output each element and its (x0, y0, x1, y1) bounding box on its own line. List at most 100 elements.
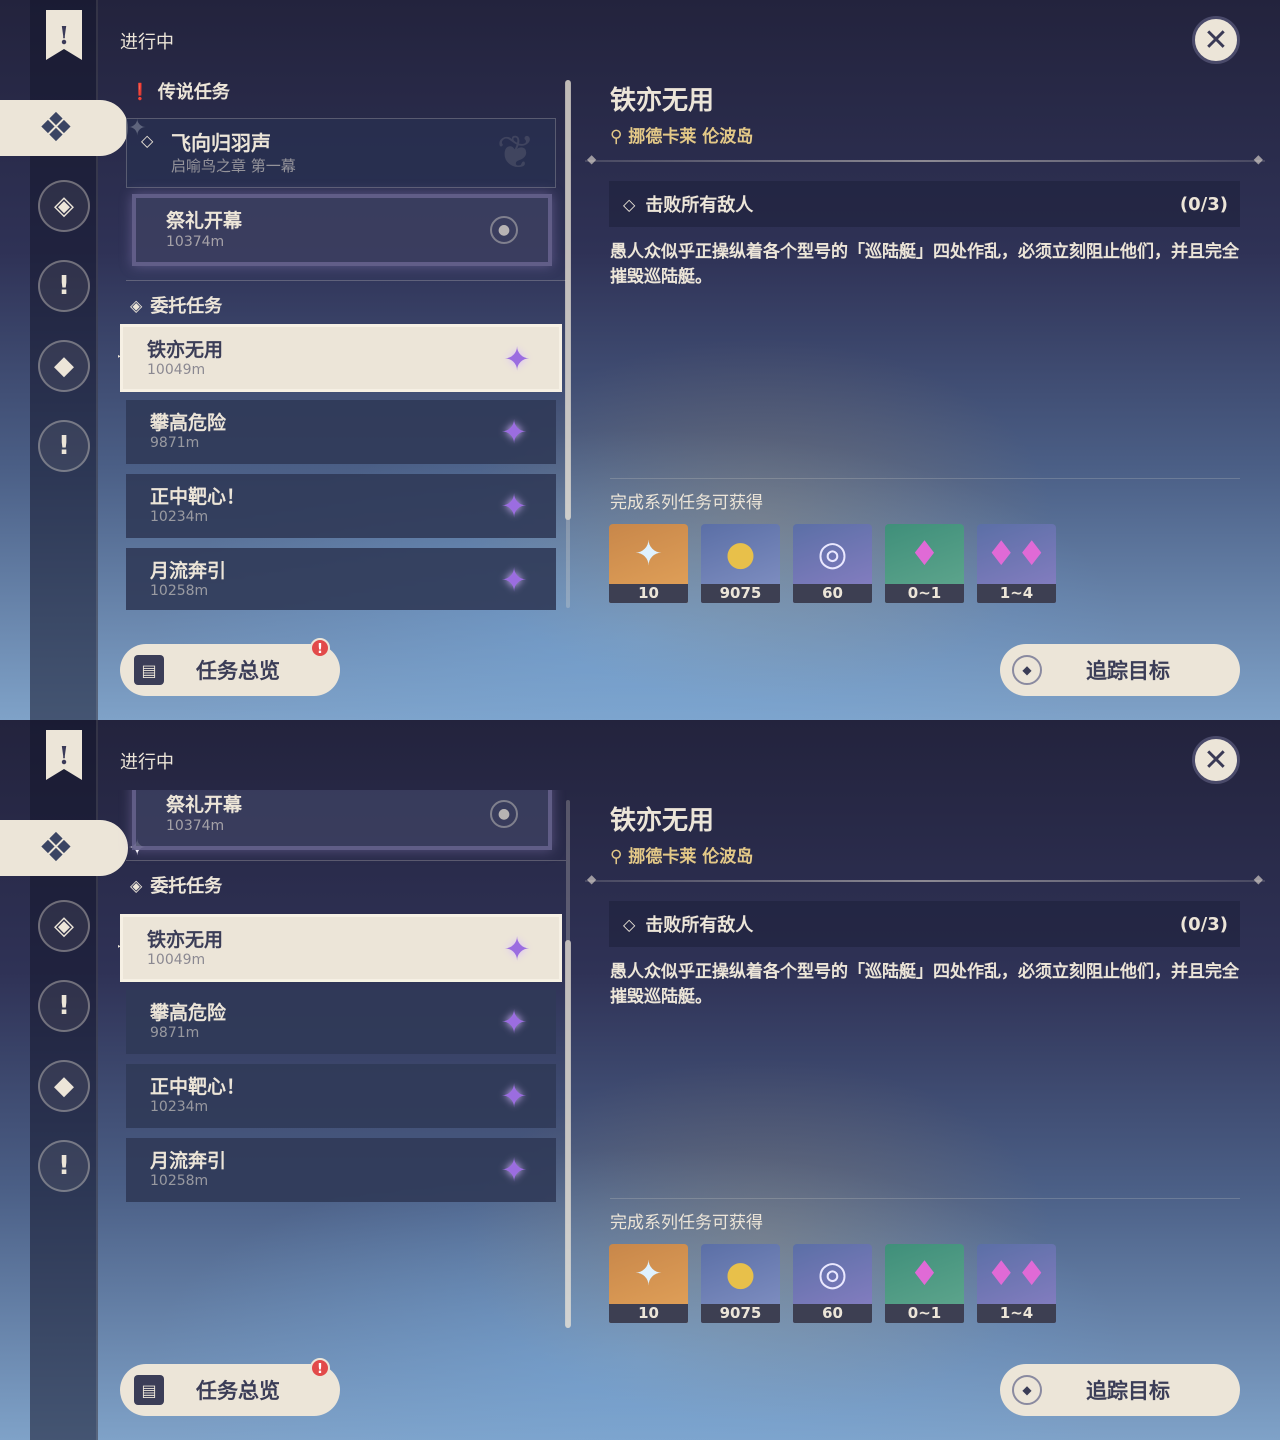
mora-coin-icon: ● (725, 1254, 756, 1294)
quest-overview-button[interactable]: ▤ 任务总览 ! (120, 638, 340, 696)
objective-text: 击败所有敌人 (645, 915, 754, 936)
divider (126, 280, 566, 281)
quest-list[interactable]: ❗ 传说任务 ◇ 飞向归羽声 启喻鸟之章 第一幕 ❦ 祭礼开幕 10374m ● … (118, 70, 568, 610)
close-button[interactable]: ✕ (1192, 736, 1240, 784)
quest-item[interactable]: 正中靶心！ 10234m ✦ (126, 474, 556, 538)
close-icon: ✕ (1203, 22, 1229, 58)
objective-progress: (0/3) (1179, 193, 1228, 215)
divider (610, 1198, 1240, 1199)
commission-star-icon: ✦ (500, 561, 528, 599)
legend-subquest-card[interactable]: 祭礼开幕 10374m ● (132, 790, 552, 850)
tab-archon-icon[interactable]: ◈ (38, 180, 90, 232)
tab-commission-icon[interactable]: ◆ (38, 1060, 90, 1112)
rewards-heading: 完成系列任务可获得 (610, 1213, 763, 1233)
list-scrollbar[interactable] (565, 800, 571, 1328)
legend-subquest-card[interactable]: 祭礼开幕 10374m ● (132, 194, 552, 266)
reward-item[interactable]: ♦ 0~1 (885, 524, 964, 603)
crystal-single-icon: ♦ (909, 1254, 940, 1294)
tab-all-quests[interactable]: ❖ (0, 820, 128, 876)
subquest-title: 祭礼开幕 (166, 210, 243, 232)
tab-all-quests[interactable]: ❖ (0, 100, 128, 156)
quest-detail-title: 铁亦无用 (610, 86, 715, 116)
quest-overview-button[interactable]: ▤ 任务总览 ! (120, 1358, 340, 1416)
list-scrollbar[interactable] (565, 80, 571, 608)
commission-star-icon: ✦ (503, 340, 531, 378)
banner-icon[interactable]: ! (46, 730, 82, 780)
quest-list[interactable]: 祭礼开幕 10374m ● ◈委托任务 ▶ 铁亦无用 10049m ✦ 攀高危险… (118, 790, 568, 1330)
tab-world-icon[interactable]: ! (38, 1140, 90, 1192)
ornament-divider (585, 152, 1265, 166)
category-commission: ◈ 委托任务 (130, 295, 223, 318)
fate-ring-icon: ◎ (817, 1254, 848, 1294)
legend-quest-card[interactable]: ◇ 飞向归羽声 启喻鸟之章 第一幕 ❦ (126, 118, 556, 188)
subquest-distance: 10374m (166, 818, 225, 834)
quest-item[interactable]: 铁亦无用 10049m ✦ (120, 914, 562, 982)
location-pin-icon[interactable]: ● (490, 800, 518, 828)
reward-item[interactable]: ● 9075 (701, 1244, 780, 1323)
reward-item[interactable]: ◎ 60 (793, 1244, 872, 1323)
commission-star-icon: ✦ (500, 413, 528, 451)
quest-description: 愚人众似乎正操纵着各个型号的「巡陆艇」四处作乱，必须立刻阻止他们，并且完全摧毁巡… (610, 242, 1239, 287)
close-button[interactable]: ✕ (1192, 16, 1240, 64)
legend-quest-mark-icon: ◇ (141, 131, 154, 150)
section-heading: 进行中 (120, 752, 174, 773)
quest-title: 正中靶心！ (150, 486, 246, 508)
commission-icon: ◈ (130, 875, 143, 895)
quest-distance: 10049m (147, 362, 206, 378)
category-legend: ❗ 传说任务 (130, 81, 230, 104)
quest-item[interactable]: 月流奔引 10258m ✦ (126, 1138, 556, 1202)
bird-emblem-icon: ❦ (496, 125, 535, 179)
banner-icon[interactable]: ! (46, 10, 82, 60)
quest-title: 攀高危险 (150, 1002, 227, 1024)
quest-panel-2: ! ❖ ✦ ◈ ! ◆ ! 进行中 ✕ 祭礼开幕 10374m ● ◈委托任务 … (0, 720, 1280, 1440)
map-pin-icon: ⚲ (610, 127, 629, 147)
track-target-button[interactable]: ◆ 追踪目标 (1000, 644, 1240, 696)
tab-archon-icon[interactable]: ◈ (38, 900, 90, 952)
category-rail: ! ❖ ✦ ◈ ! ◆ ! (0, 720, 146, 1440)
commission-star-icon: ✦ (500, 1151, 528, 1189)
quest-book-icon: ▤ (134, 655, 164, 685)
reward-item[interactable]: ✦ 10 (609, 524, 688, 603)
quest-item[interactable]: 铁亦无用 10049m ✦ (120, 324, 562, 392)
objective-row: ◇ 击败所有敌人 (0/3) (609, 181, 1240, 227)
category-commission: ◈ 委托任务 (130, 875, 223, 898)
scrollbar-thumb[interactable] (565, 940, 571, 1328)
objective-row: ◇ 击败所有敌人 (0/3) (609, 901, 1240, 947)
quest-item[interactable]: 攀高危险 9871m ✦ (126, 990, 556, 1054)
quest-location: ⚲ 挪德卡莱 伦波岛 (610, 127, 754, 147)
quest-distance: 10234m (150, 1099, 209, 1115)
rewards-heading: 完成系列任务可获得 (610, 493, 763, 513)
reward-item[interactable]: ◎ 60 (793, 524, 872, 603)
track-target-button[interactable]: ◆ 追踪目标 (1000, 1364, 1240, 1416)
tab-legend-icon[interactable]: ! (38, 980, 90, 1032)
reward-item[interactable]: ✦ 10 (609, 1244, 688, 1323)
objective-progress: (0/3) (1179, 913, 1228, 935)
reward-item[interactable]: ● 9075 (701, 524, 780, 603)
scrollbar-thumb[interactable] (565, 80, 571, 520)
quest-item[interactable]: 攀高危险 9871m ✦ (126, 400, 556, 464)
quest-location: ⚲ 挪德卡莱 伦波岛 (610, 847, 754, 867)
quest-detail-title: 铁亦无用 (610, 806, 715, 836)
crystal-cluster-icon: ♦♦ (986, 534, 1047, 574)
reward-item[interactable]: ♦♦ 1~4 (977, 524, 1056, 603)
subquest-distance: 10374m (166, 234, 225, 250)
tab-legend-icon[interactable]: ! (38, 260, 90, 312)
commission-icon: ◈ (130, 295, 143, 315)
category-rail: ! ❖ ✦ ◈ ! ◆ ! (0, 0, 146, 720)
quest-title: 铁亦无用 (147, 339, 224, 361)
quests-diamond-icon: ❖ (38, 825, 74, 871)
quest-book-icon: ▤ (134, 1375, 164, 1405)
quest-item[interactable]: 正中靶心！ 10234m ✦ (126, 1064, 556, 1128)
reward-item[interactable]: ♦ 0~1 (885, 1244, 964, 1323)
tab-commission-icon[interactable]: ◆ (38, 340, 90, 392)
commission-star-icon: ✦ (503, 930, 531, 968)
quest-title: 铁亦无用 (147, 929, 224, 951)
primogem-icon: ✦ (634, 534, 663, 574)
tab-world-icon[interactable]: ! (38, 420, 90, 472)
reward-item[interactable]: ♦♦ 1~4 (977, 1244, 1056, 1323)
ornament-divider (585, 872, 1265, 886)
quest-item[interactable]: 月流奔引 10258m ✦ (126, 548, 556, 610)
section-heading: 进行中 (120, 32, 174, 53)
location-pin-icon[interactable]: ● (490, 216, 518, 244)
quest-title: 月流奔引 (150, 1150, 227, 1172)
